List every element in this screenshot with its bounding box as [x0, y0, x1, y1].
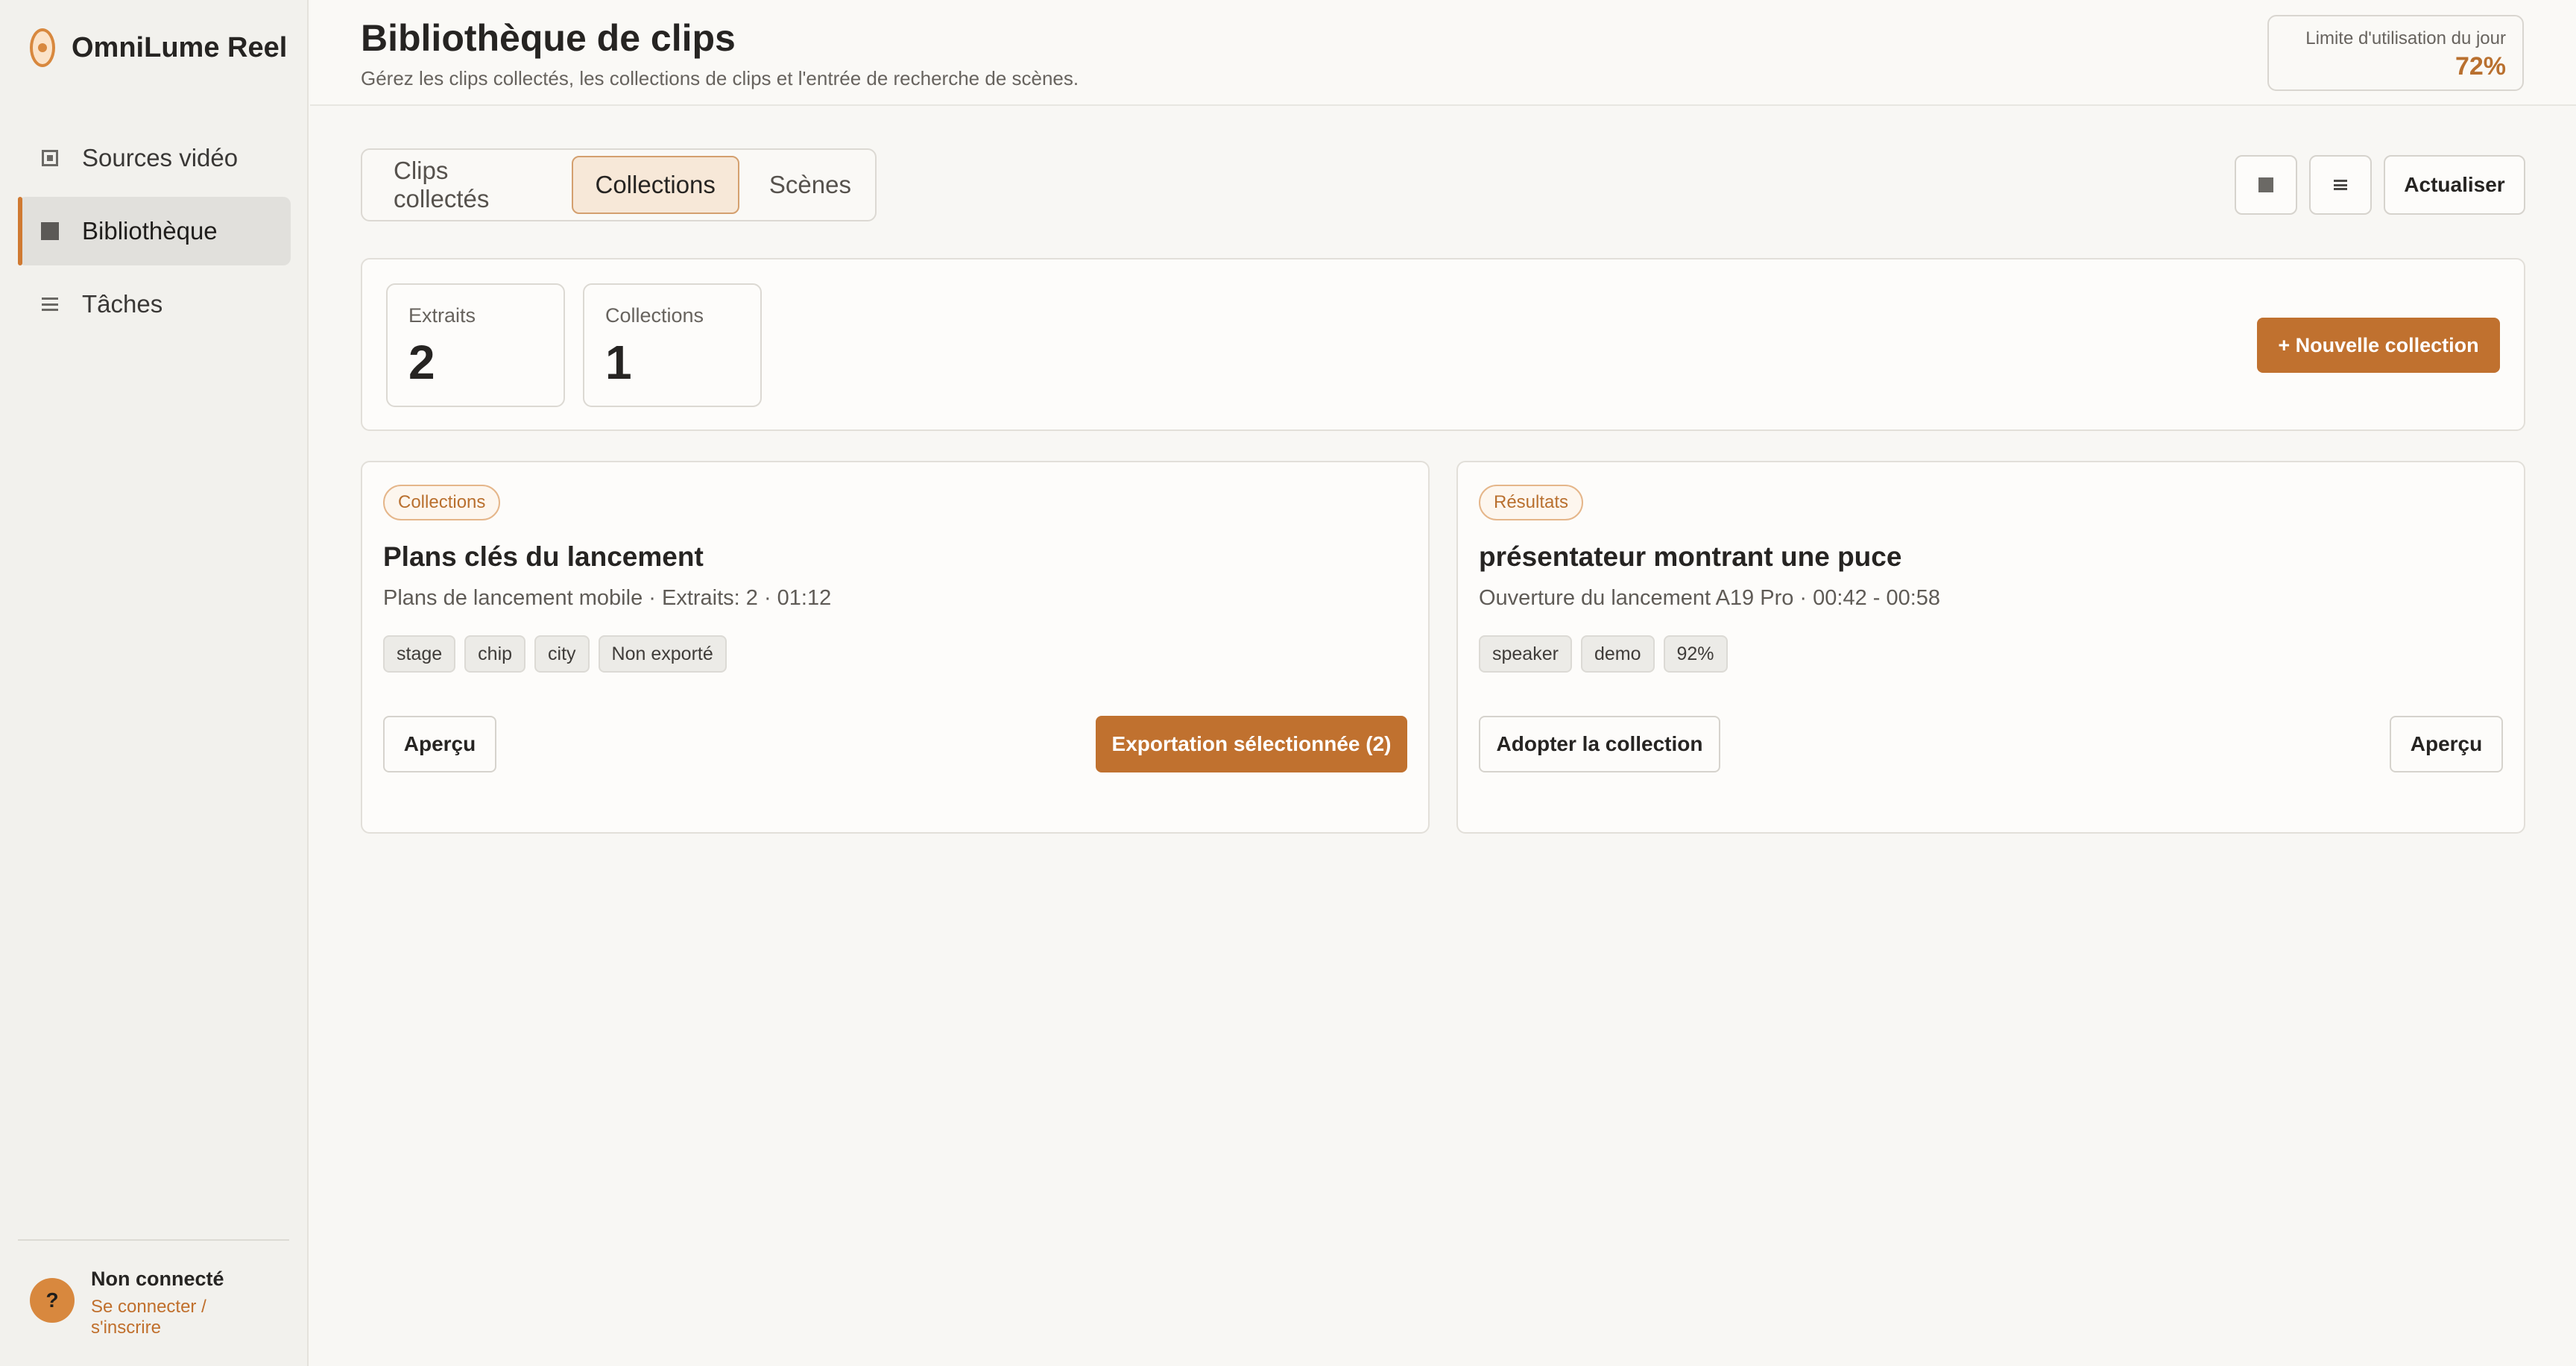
sidebar-divider: [18, 1239, 289, 1241]
sidebar-item-label: Tâches: [82, 290, 163, 318]
sidebar-item-tasks[interactable]: Tâches: [18, 270, 291, 339]
tag-list: speaker demo 92%: [1479, 635, 1728, 673]
stat-value: 2: [408, 336, 435, 389]
page-header: Bibliothèque de clips Gérez les clips co…: [310, 0, 2576, 106]
grid-view-icon: [2258, 177, 2273, 192]
tag-list: stage chip city Non exporté: [383, 635, 727, 673]
page-subtitle: Gérez les clips collectés, les collectio…: [361, 67, 1079, 89]
sidebar-item-video-sources[interactable]: Sources vidéo: [18, 124, 291, 192]
sidebar-item-label: Sources vidéo: [82, 144, 239, 171]
stat-card-collections: Collections 1: [583, 283, 762, 407]
card-title: Plans clés du lancement: [383, 541, 704, 572]
page-title: Bibliothèque de clips: [361, 17, 736, 59]
sidebar: OmniLume Reel Sources vidéo Bibliothèque…: [0, 0, 309, 1366]
stats-panel: Extraits 2 Collections 1 + Nouvelle coll…: [361, 258, 2525, 431]
stat-label: Extraits: [408, 304, 476, 327]
list-view-icon: [2334, 180, 2347, 190]
tab-collected-clips[interactable]: Clips collectés: [370, 156, 566, 214]
usage-limit-value: 72%: [2455, 52, 2506, 81]
tag: speaker: [1479, 635, 1572, 673]
tag: demo: [1580, 635, 1655, 673]
tasks-icon: [40, 295, 60, 314]
app-logo-icon: [30, 28, 55, 67]
refresh-button[interactable]: Actualiser: [2384, 155, 2525, 215]
card-badge: Collections: [383, 485, 501, 520]
preview-button[interactable]: Aperçu: [2390, 716, 2503, 772]
sidebar-item-label: Bibliothèque: [82, 217, 218, 245]
video-source-icon: [40, 148, 60, 168]
user-status: Non connecté: [91, 1268, 224, 1290]
tag: stage: [383, 635, 456, 673]
stat-value: 1: [605, 336, 632, 389]
stat-card-clips: Extraits 2: [386, 283, 565, 407]
sidebar-item-library[interactable]: Bibliothèque: [18, 197, 291, 265]
login-link[interactable]: Se connecter / s'inscrire: [91, 1297, 240, 1338]
usage-limit-label: Limite d'utilisation du jour: [2305, 28, 2506, 48]
avatar[interactable]: ?: [30, 1278, 75, 1323]
app-name: OmniLume Reel: [72, 31, 288, 63]
usage-limit-box: Limite d'utilisation du jour 72%: [2267, 15, 2524, 91]
new-collection-button[interactable]: + Nouvelle collection: [2257, 318, 2500, 373]
tab-scenes[interactable]: Scènes: [745, 156, 875, 214]
match-score-tag: 92%: [1663, 635, 1728, 673]
collection-card: Collections Plans clés du lancement Plan…: [361, 461, 1430, 834]
preview-button[interactable]: Aperçu: [383, 716, 496, 772]
export-selected-button[interactable]: Exportation sélectionnée (2): [1096, 716, 1407, 772]
export-status-tag: Non exporté: [598, 635, 727, 673]
sidebar-nav: Sources vidéo Bibliothèque Tâches: [18, 124, 291, 343]
grid-view-button[interactable]: [2235, 155, 2297, 215]
adopt-collection-button[interactable]: Adopter la collection: [1479, 716, 1720, 772]
stat-label: Collections: [605, 304, 704, 327]
library-tabs: Clips collectés Collections Scènes: [361, 148, 877, 221]
card-meta: Plans de lancement mobile · Extraits: 2 …: [383, 586, 832, 610]
tab-collections[interactable]: Collections: [571, 156, 739, 214]
tag: city: [534, 635, 590, 673]
result-card: Résultats présentateur montrant une puce…: [1456, 461, 2525, 834]
card-meta: Ouverture du lancement A19 Pro · 00:42 -…: [1479, 586, 1941, 610]
user-panel: ? Non connecté Se connecter / s'inscrire: [30, 1268, 240, 1338]
library-icon: [40, 221, 60, 241]
tag: chip: [464, 635, 526, 673]
card-title: présentateur montrant une puce: [1479, 541, 1902, 572]
card-badge: Résultats: [1479, 485, 1584, 520]
brand[interactable]: OmniLume Reel: [30, 28, 287, 67]
list-view-button[interactable]: [2309, 155, 2372, 215]
